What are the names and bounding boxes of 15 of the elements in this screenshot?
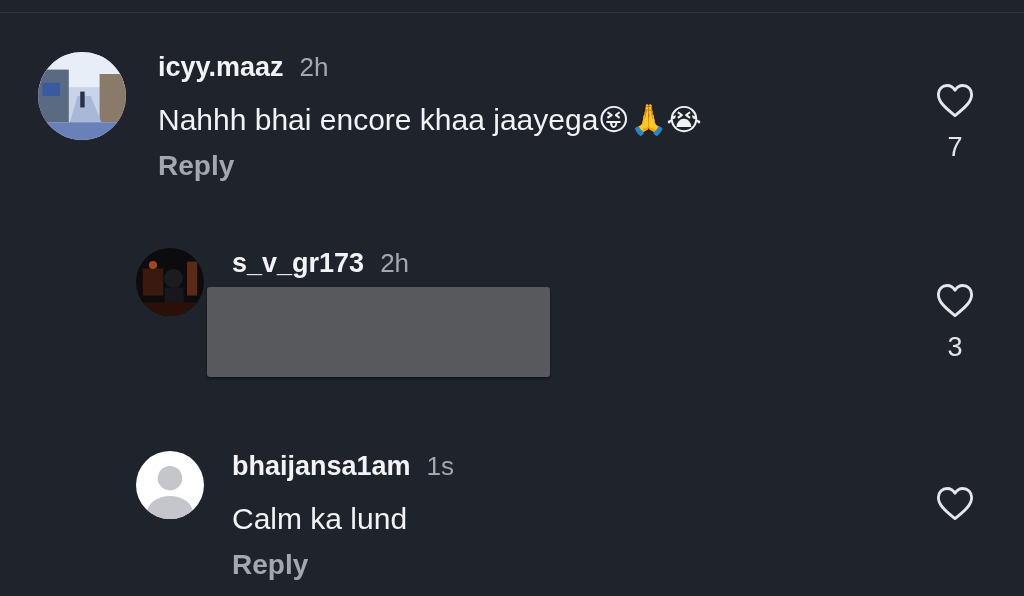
timestamp: 1s <box>426 451 455 481</box>
heart-icon[interactable] <box>936 486 974 521</box>
like-count: 3 <box>947 332 963 362</box>
reply-link[interactable]: Reply <box>158 150 235 181</box>
username[interactable]: bhaijansa1am <box>232 451 411 481</box>
timestamp: 2h <box>299 52 329 82</box>
username[interactable]: icyy.maaz <box>158 52 284 82</box>
comment-text: Calm ka lund <box>232 501 408 537</box>
like-count: 7 <box>947 132 963 162</box>
timestamp: 2h <box>380 248 410 278</box>
username[interactable]: s_v_gr173 <box>232 248 365 278</box>
reply-link[interactable]: Reply <box>232 549 309 580</box>
heart-icon[interactable] <box>936 83 974 118</box>
comment-text: Nahhh bhai encore khaa jaayega😝🙏😭 <box>158 102 702 138</box>
heart-icon[interactable] <box>936 283 974 318</box>
